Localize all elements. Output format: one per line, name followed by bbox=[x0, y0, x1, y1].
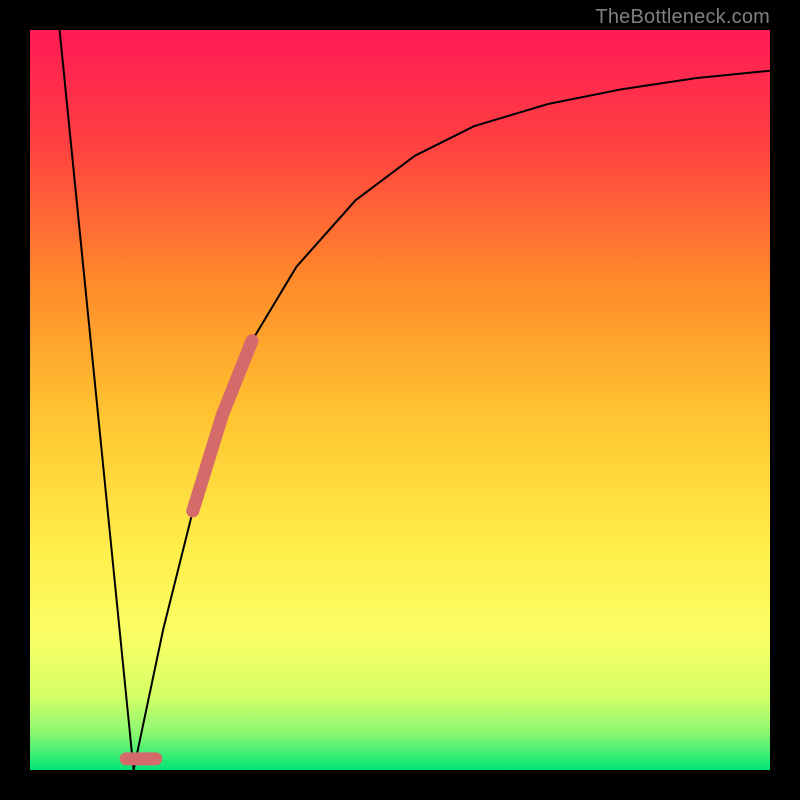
plot-area bbox=[30, 30, 770, 770]
chart-frame: TheBottleneck.com bbox=[0, 0, 800, 800]
series-right-curve bbox=[134, 71, 770, 770]
series-highlight-segment bbox=[193, 341, 252, 511]
curve-layer bbox=[30, 30, 770, 770]
series-left-descent bbox=[60, 30, 134, 770]
watermark-text: TheBottleneck.com bbox=[595, 6, 770, 29]
